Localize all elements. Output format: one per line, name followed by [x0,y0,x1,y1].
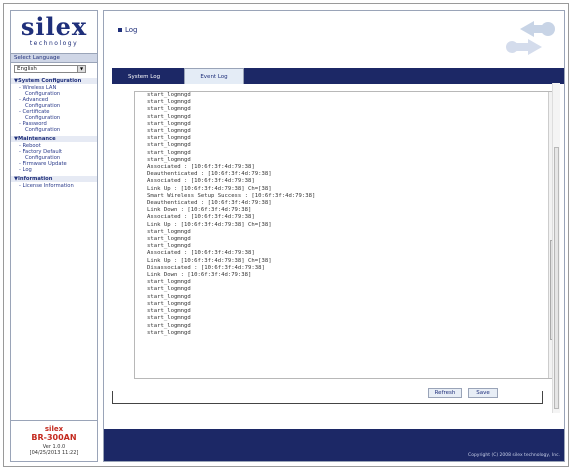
header-arrows-icon [506,21,555,55]
sidebar-footer: silex BR-300AN Ver 1.0.0 [04/25/2013 11:… [11,420,97,461]
tab-system-log[interactable]: System Log [122,71,166,84]
log-line: Link Down : [10:6f:3f:4d:79:38] [147,207,252,214]
page-title: Log [118,26,138,34]
log-line: Associated : [10:6f:3f:4d:79:38] [147,164,255,171]
log-line: start_logmngd [147,106,191,113]
log-line: start_logmngd [147,293,191,300]
title-bullet-icon [118,28,122,32]
page-scroll-thumb[interactable] [554,147,559,409]
log-line: start_logmngd [147,128,191,135]
tab-bar: System Log Event Log [112,68,564,84]
menu-group-label: Information [18,176,53,182]
main-panel: Log System Log Event Log start_logmngd st… [103,10,565,462]
sidebar: silex technology Select Language English… [10,10,98,462]
log-line: start_logmngd [147,329,191,336]
sidebar-menu: ▼System Configuration - Wireless LAN Confi… [11,77,97,195]
sidebar-menu-item-label: Configuration [25,127,61,133]
menu-group-header[interactable]: ▼System Configuration [11,78,97,84]
chevron-down-icon[interactable]: ▼ [77,66,85,72]
page-scrollbar[interactable] [552,83,560,413]
log-line: start_logmngd [147,286,191,293]
sidebar-menu-item-label: Log [22,167,32,173]
content-bracket-right [538,391,543,403]
log-line: Associated : [10:6f:3f:4d:79:38] [147,214,255,221]
footer-model: BR-300AN [31,433,77,442]
log-textarea[interactable]: start_logmngd start_logmngd start_logmngd s… [147,92,542,378]
log-line: start_logmngd [147,149,191,156]
log-line: start_logmngd [147,243,191,250]
log-line: Associated : [10:6f:3f:4d:79:38] [147,250,255,257]
log-line: Link Up : [10:6f:3f:4d:79:38] Ch=[38] [147,221,272,228]
log-line: start_logmngd [147,135,191,142]
log-line: Deauthenticated : [10:6f:3f:4d:79:38] [147,171,272,178]
log-line: start_logmngd [147,300,191,307]
log-line: start_logmngd [147,156,191,163]
log-line: start_logmngd [147,308,191,315]
log-line: start_logmngd [147,279,191,286]
log-line: Associated : [10:6f:3f:4d:79:38] [147,178,255,185]
menu-group-label: System Configuration [18,78,82,84]
language-header: Select Language [11,53,97,63]
log-line: start_logmngd [147,113,191,120]
log-line: start_logmngd [147,92,191,98]
brand-logo: silex [11,15,97,39]
brand-text: silex [20,12,88,41]
menu-group-label: Maintenance [18,136,56,142]
log-panel: start_logmngd start_logmngd start_logmngd s… [134,91,559,379]
footer-date: [04/25/2013 11:22] [29,450,79,456]
footer-brand: silex [44,425,64,433]
page-footer: Copyright (C) 2008 silex technology, Inc… [104,429,564,461]
language-value: English [17,66,37,72]
tab-event-log[interactable]: Event Log [184,68,244,84]
page-header: Log [104,11,564,57]
log-line: Link Up : [10:6f:3f:4d:79:38] Ch=[38] [147,185,272,192]
brand-tagline: technology [29,40,79,47]
copyright: Copyright (C) 2008 silex technology, Inc… [468,453,560,458]
log-line: Link Up : [10:6f:3f:4d:79:38] Ch=[38] [147,257,272,264]
menu-group-header[interactable]: ▼Information [11,176,97,182]
log-line: start_logmngd [147,315,191,322]
log-line: Link Down : [10:6f:3f:4d:79:38] [147,272,252,279]
language-select[interactable]: English ▼ [14,65,86,73]
log-line: start_logmngd [147,99,191,106]
content-bracket [112,391,543,404]
log-line: Smart Wireless Setup Success : [10:6f:3f… [147,192,316,199]
log-line: start_logmngd [147,322,191,329]
sidebar-menu-item-label: License Information [22,183,74,189]
page-title-text: Log [125,26,138,34]
log-line: Disassociated : [10:6f:3f:4d:79:38] [147,264,265,271]
log-line: start_logmngd [147,120,191,127]
log-line: start_logmngd [147,228,191,235]
log-line: start_logmngd [147,142,191,149]
menu-group-header[interactable]: ▼Maintenance [11,136,97,142]
log-line: Deauthenticated : [10:6f:3f:4d:79:38] [147,200,272,207]
logo: silex technology [11,11,97,53]
log-line: start_logmngd [147,236,191,243]
